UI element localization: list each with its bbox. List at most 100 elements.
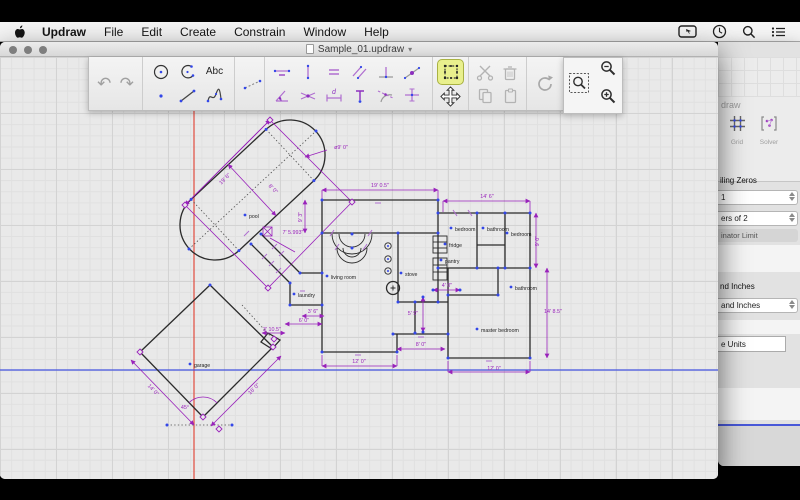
zoom-out-button[interactable] (598, 59, 618, 84)
dimension-label[interactable]: 14' 8.5" (544, 309, 562, 315)
vertex-point[interactable] (187, 247, 191, 251)
close-button[interactable] (9, 46, 17, 54)
vertex-point[interactable] (320, 198, 324, 202)
dimension-label[interactable]: 8' 0" (267, 183, 279, 195)
feet-inches-select[interactable]: and Inches (718, 298, 798, 313)
room-point[interactable] (443, 242, 447, 246)
room-label-living-room[interactable]: living room (331, 275, 356, 281)
vertex-point[interactable] (259, 232, 263, 236)
select-tool-button[interactable] (437, 59, 464, 85)
vertex-point[interactable] (421, 295, 425, 299)
circle-tool-button[interactable] (147, 60, 174, 84)
precision-select[interactable]: 1 (718, 190, 798, 205)
vertex-point[interactable] (496, 266, 500, 270)
pin-constraint-button[interactable] (347, 84, 373, 107)
pool-dimension-frame[interactable] (184, 119, 353, 289)
dimension-label[interactable]: 9' 0" (535, 236, 541, 247)
vertex-point[interactable] (458, 288, 462, 292)
fixtures[interactable] (260, 233, 448, 350)
construction-line-tool-button[interactable] (239, 72, 266, 96)
room-point[interactable] (292, 292, 296, 296)
display-icon[interactable] (678, 25, 697, 38)
vertex-point[interactable] (320, 271, 324, 275)
dimension-label[interactable]: 14' 0" (146, 383, 160, 397)
vertex-point[interactable] (395, 350, 399, 354)
menu-help[interactable]: Help (355, 22, 398, 42)
menu-create[interactable]: Create (171, 22, 225, 42)
paste-button[interactable] (498, 84, 523, 107)
vertex-point[interactable] (230, 423, 234, 427)
vertex-point[interactable] (431, 288, 435, 292)
vertex-point[interactable] (496, 293, 500, 297)
tangent-constraint-button[interactable] (373, 84, 399, 107)
vertex-point[interactable] (475, 266, 479, 270)
delete-button[interactable] (498, 61, 523, 84)
vertex-point[interactable] (189, 197, 193, 201)
dimension-label[interactable]: 14' 6" (480, 194, 494, 200)
copy-button[interactable] (473, 84, 498, 107)
dimension-label[interactable]: 4' 0" (442, 283, 453, 289)
vertex-point[interactable] (288, 281, 292, 285)
vertex-point[interactable] (320, 350, 324, 354)
powers-select[interactable]: ers of 2 (718, 211, 798, 226)
vertex-point[interactable] (320, 303, 324, 307)
minimize-button[interactable] (24, 46, 32, 54)
horizontal-constraint-button[interactable] (269, 61, 295, 84)
titlebar[interactable]: Sample_01.updraw ▾ (0, 42, 718, 57)
drawing-canvas[interactable]: pool living room laundry stove fridge pantry b… (0, 57, 718, 479)
vertex-point[interactable] (237, 249, 241, 253)
room-label-bathroom[interactable]: bathroom (515, 286, 537, 292)
corner-handle[interactable] (270, 335, 278, 343)
dimension-label[interactable]: 12' 0" (487, 366, 501, 372)
vertex-point[interactable] (503, 211, 507, 215)
equal-constraint-button[interactable] (321, 61, 347, 84)
room-label-fridge[interactable]: fridge (449, 243, 462, 249)
undo-button[interactable]: ↶ (93, 72, 116, 96)
room-point[interactable] (243, 213, 247, 217)
vertex-point[interactable] (249, 242, 253, 246)
room-label-garage[interactable]: garage (194, 363, 210, 369)
chevron-down-icon[interactable]: ▾ (408, 45, 412, 54)
floorplan-drawing[interactable]: pool living room laundry stove fridge pantry b… (0, 57, 718, 479)
redo-button[interactable]: ↷ (116, 72, 139, 96)
vertex-point[interactable] (528, 356, 532, 360)
room-label-bedroom[interactable]: bedroom (511, 232, 531, 238)
room-label-laundry[interactable]: laundry (298, 293, 315, 299)
room-label-pool[interactable]: pool (249, 214, 259, 220)
vertex-point[interactable] (350, 232, 354, 236)
vertex-point[interactable] (208, 283, 212, 287)
spline-tool-button[interactable] (201, 84, 228, 108)
menu-file[interactable]: File (95, 22, 132, 42)
reset-rotation-button[interactable] (531, 72, 558, 96)
room-label-stove[interactable]: stove (405, 272, 418, 278)
text-tool-button[interactable]: Abc (201, 60, 228, 84)
page-units-input[interactable]: e Units (718, 336, 786, 352)
point-on-line-constraint-button[interactable] (399, 61, 425, 84)
move-tool-button[interactable] (437, 85, 464, 109)
vertex-point[interactable] (350, 246, 354, 250)
dimension-label[interactable]: 19' 6" (218, 172, 232, 186)
apple-menu-icon[interactable] (12, 24, 25, 39)
room-point[interactable] (188, 362, 192, 366)
grid-toggle-button[interactable]: Grid (723, 115, 751, 146)
zoom-in-button[interactable] (598, 87, 618, 112)
vertex-point[interactable] (312, 179, 316, 183)
room-point[interactable] (449, 226, 453, 230)
room-point[interactable] (399, 271, 403, 275)
room-point[interactable] (439, 258, 443, 262)
menu-updraw[interactable]: Updraw (33, 22, 95, 42)
vertex-point[interactable] (165, 423, 169, 427)
vertex-point[interactable] (288, 303, 292, 307)
vertex-point[interactable] (475, 211, 479, 215)
perpendicular-constraint-button[interactable] (373, 61, 399, 84)
vertex-point[interactable] (446, 332, 450, 336)
dimension-label[interactable]: 19' 0.5" (371, 183, 389, 189)
room-label-pantry[interactable]: pantry (445, 259, 460, 265)
notification-list-icon[interactable] (771, 26, 786, 38)
stepper-icon[interactable] (789, 300, 795, 309)
clock-icon[interactable] (712, 24, 727, 39)
vertex-point[interactable] (436, 300, 440, 304)
zoom-selection-button[interactable] (567, 71, 591, 100)
angle-constraint-button[interactable] (269, 84, 295, 107)
vertex-point[interactable] (413, 331, 417, 335)
